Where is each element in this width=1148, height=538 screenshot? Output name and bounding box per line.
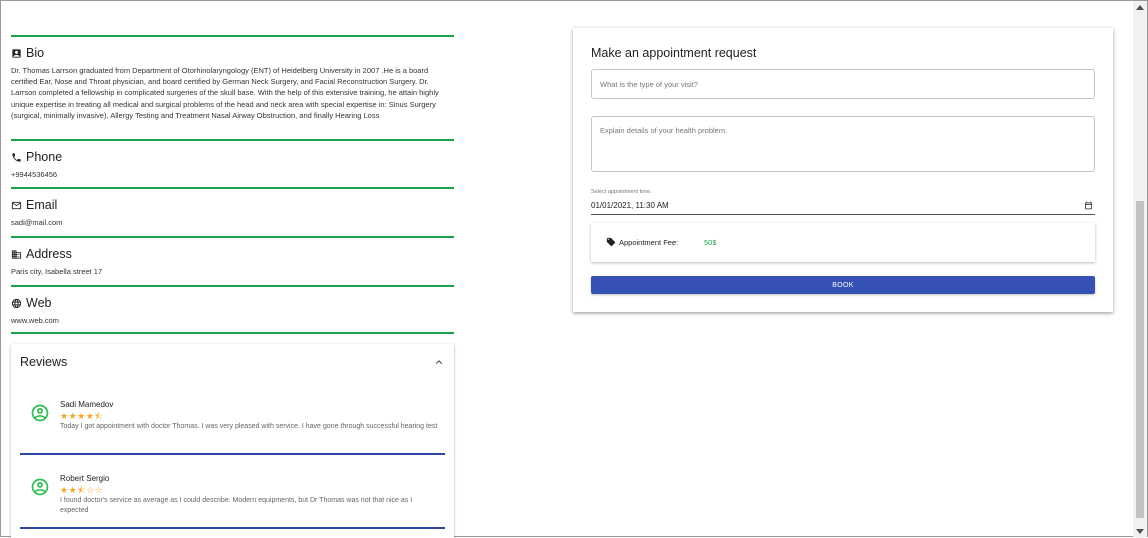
- price-tag-icon: [606, 237, 616, 247]
- reviewer-name: Robert Sergio: [60, 474, 110, 483]
- health-details-placeholder: Explain details of your health problem.: [600, 126, 728, 135]
- building-icon: [11, 249, 22, 259]
- health-details-textarea[interactable]: Explain details of your health problem.: [591, 116, 1095, 172]
- bio-title: Bio: [26, 46, 45, 60]
- phone-title: Phone: [26, 150, 63, 164]
- doctor-profile: Bio Dr. Thomas Larrson graduated from De…: [11, 1, 454, 334]
- address-heading: Address: [11, 247, 454, 261]
- appointment-title: Make an appointment request: [591, 46, 757, 60]
- web-heading: Web: [11, 296, 454, 310]
- web-section: Web www.web.com: [11, 287, 454, 332]
- phone-heading: Phone: [11, 150, 454, 164]
- fee-value: 50$: [704, 238, 717, 247]
- appointment-datetime-input[interactable]: 01/01/2021, 11:30 AM: [591, 199, 1095, 215]
- email-heading: Email: [11, 198, 454, 212]
- reviews-panel: Reviews Sadi Mamedov ★★★★⯪ Today I got a…: [11, 344, 454, 538]
- address-section: Address Paris city, Isabella street 17: [11, 238, 454, 285]
- datetime-label: Select appointment time.: [591, 189, 652, 195]
- review-divider: [20, 527, 445, 529]
- datetime-value: 01/01/2021, 11:30 AM: [591, 201, 669, 210]
- bio-text: Dr. Thomas Larrson graduated from Depart…: [11, 66, 439, 120]
- appointment-fee-card: Appointment Fee: 50$: [591, 223, 1095, 262]
- address-value: Paris city, Isabella street 17: [11, 267, 103, 276]
- visit-type-input[interactable]: What is the type of your visit?: [591, 69, 1095, 99]
- user-avatar-icon: [31, 478, 49, 496]
- phone-section: Phone +9944536456: [11, 141, 454, 187]
- address-title: Address: [26, 247, 72, 261]
- scroll-up-arrow-icon[interactable]: [1136, 5, 1144, 10]
- web-title: Web: [26, 296, 52, 310]
- book-button[interactable]: BOOK: [591, 276, 1095, 294]
- contact-card-icon: [12, 48, 21, 58]
- phone-value: +9944536456: [11, 170, 58, 179]
- chevron-up-icon[interactable]: [435, 358, 443, 366]
- appointment-card: Make an appointment request What is the …: [573, 28, 1113, 312]
- calendar-icon[interactable]: [1084, 201, 1093, 210]
- visit-type-placeholder: What is the type of your visit?: [600, 80, 698, 89]
- globe-icon: [11, 298, 22, 308]
- user-avatar-icon: [31, 404, 49, 422]
- email-value: sadi@mail.com: [11, 218, 63, 227]
- review-comment: Today I got appointment with doctor Thom…: [60, 423, 438, 430]
- web-value[interactable]: www.web.com: [11, 315, 454, 326]
- email-title: Email: [26, 198, 58, 212]
- phone-icon: [12, 152, 21, 162]
- reviewer-name: Sadi Mamedov: [60, 400, 114, 409]
- scroll-down-arrow-icon[interactable]: [1136, 529, 1144, 534]
- mail-icon: [11, 201, 22, 209]
- reviews-title: Reviews: [20, 355, 68, 369]
- review-divider: [20, 453, 445, 455]
- divider: [11, 332, 454, 334]
- scrollbar-thumb[interactable]: [1136, 201, 1144, 518]
- vertical-scrollbar[interactable]: [1133, 1, 1147, 538]
- bio-section: Bio Dr. Thomas Larrson graduated from De…: [11, 37, 454, 130]
- review-item: Sadi Mamedov ★★★★⯪ Today I got appointme…: [20, 396, 445, 456]
- review-item: Robert Sergio ★★⯪☆☆ I found doctor's ser…: [20, 470, 445, 530]
- bio-heading: Bio: [11, 46, 454, 60]
- email-section: Email sadi@mail.com: [11, 189, 454, 236]
- review-comment: I found doctor's service as average as I…: [60, 497, 413, 514]
- fee-label: Appointment Fee:: [619, 238, 679, 247]
